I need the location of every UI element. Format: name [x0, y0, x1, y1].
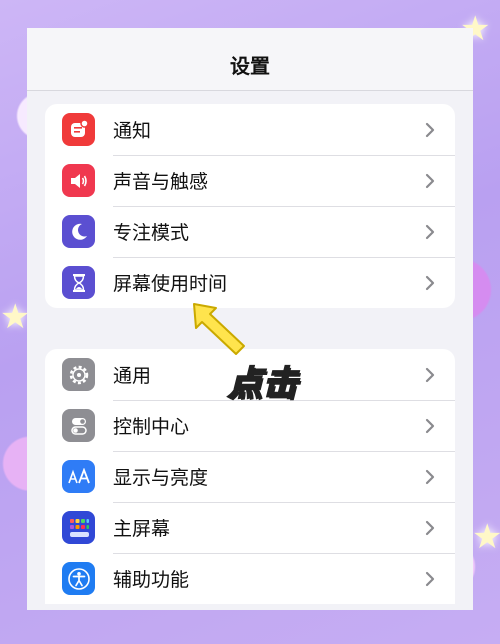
- bell-icon: [62, 113, 95, 146]
- speaker-icon: [62, 164, 95, 197]
- settings-row-label: 声音与触感: [113, 171, 209, 193]
- accessibility-icon: [62, 562, 95, 595]
- tap-hint-label: 点击: [227, 363, 298, 405]
- settings-row-label: 主屏幕: [113, 518, 171, 540]
- settings-row-label: 专注模式: [113, 222, 190, 244]
- settings-row-control-center[interactable]: 控制中心: [45, 400, 455, 451]
- settings-row-focus[interactable]: 专注模式: [45, 206, 455, 257]
- star-decoration-icon: ★: [472, 517, 500, 557]
- settings-row-label: 屏幕使用时间: [113, 273, 228, 295]
- home-grid-icon: [62, 511, 95, 544]
- page-title: 设置: [230, 53, 270, 78]
- settings-row-label: 显示与亮度: [113, 467, 209, 489]
- chevron-right-icon: [419, 418, 441, 434]
- settings-row-label: 通知: [113, 120, 152, 142]
- settings-row-sounds[interactable]: 声音与触感: [45, 155, 455, 206]
- chevron-right-icon: [419, 224, 441, 240]
- chevron-right-icon: [419, 367, 441, 383]
- chevron-right-icon: [419, 173, 441, 189]
- settings-panel: 设置 通知 声音与触感 专注模式 屏幕使用时间 通用 控制中心 显示与亮度 主屏…: [27, 28, 473, 610]
- settings-group-1: 通知 声音与触感 专注模式 屏幕使用时间: [45, 104, 455, 308]
- text-size-icon: [62, 460, 95, 493]
- hourglass-icon: [62, 266, 95, 299]
- chevron-right-icon: [419, 520, 441, 536]
- settings-row-label: 辅助功能: [113, 569, 190, 591]
- star-decoration-icon: ★: [0, 297, 31, 337]
- settings-row-label: 控制中心: [113, 416, 190, 438]
- chevron-right-icon: [419, 275, 441, 291]
- settings-row-home-screen[interactable]: 主屏幕: [45, 502, 455, 553]
- settings-row-display[interactable]: 显示与亮度: [45, 451, 455, 502]
- title-bar: 设置: [27, 28, 473, 91]
- gear-icon: [62, 358, 95, 391]
- chevron-right-icon: [419, 469, 441, 485]
- chevron-right-icon: [419, 122, 441, 138]
- chevron-right-icon: [419, 571, 441, 587]
- settings-row-screen-time[interactable]: 屏幕使用时间: [45, 257, 455, 308]
- settings-row-accessibility[interactable]: 辅助功能: [45, 553, 455, 604]
- moon-icon: [62, 215, 95, 248]
- settings-row-notifications[interactable]: 通知: [45, 104, 455, 155]
- toggles-icon: [62, 409, 95, 442]
